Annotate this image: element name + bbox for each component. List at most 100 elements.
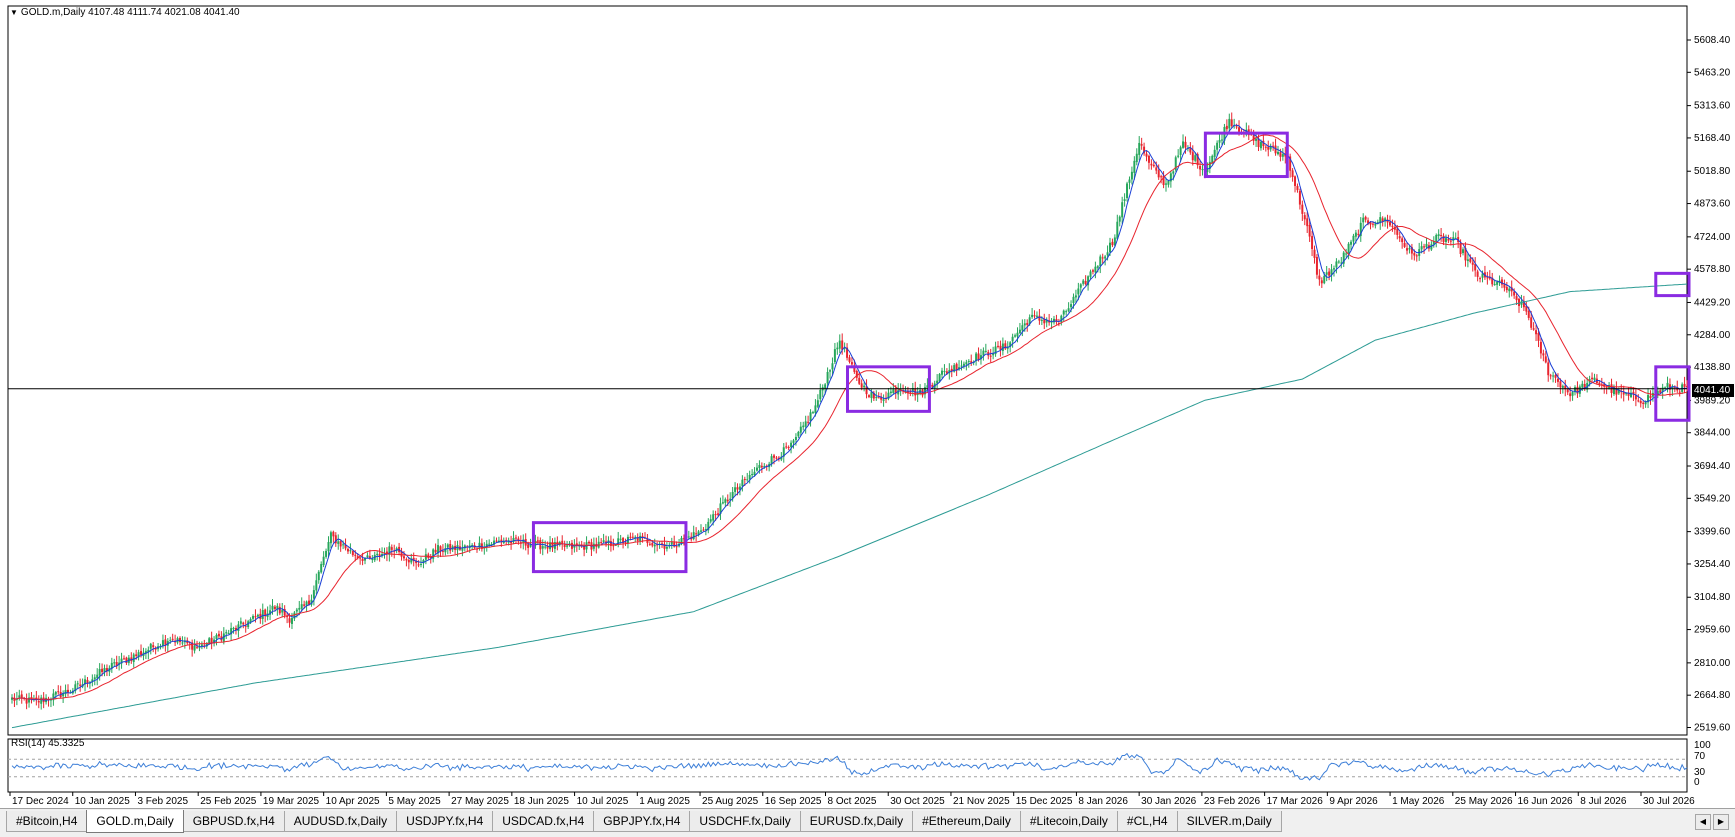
time-tick-label: 10 Jul 2025 <box>577 796 629 807</box>
candle-body <box>648 543 651 545</box>
candle-body <box>351 550 354 556</box>
price-chart[interactable]: 5608.40 5463.20 5313.60 5168.40 5018.80 4873.… <box>0 0 1735 808</box>
candle-body <box>1130 171 1133 180</box>
candle-body <box>295 609 298 612</box>
candle-body <box>675 546 678 548</box>
scroll-right-icon[interactable]: ▶ <box>1713 814 1729 830</box>
candle-body <box>1228 118 1231 129</box>
candle-body <box>1074 295 1077 298</box>
candle-body <box>741 479 744 487</box>
candle-body <box>1605 387 1608 389</box>
candle-body <box>361 558 364 562</box>
price-tick-label: 2959.60 <box>1694 625 1731 636</box>
candle-body <box>1469 258 1472 262</box>
candle-body <box>824 384 827 389</box>
rsi-tick-label: 70 <box>1694 751 1706 762</box>
candle-body <box>390 547 393 550</box>
candle-body <box>290 617 293 624</box>
candle-body <box>122 658 125 660</box>
candle-body <box>867 395 870 397</box>
candle-body <box>1391 225 1394 227</box>
price-tick-label: 4724.00 <box>1694 232 1731 243</box>
candle-body <box>1133 160 1136 173</box>
candle-body <box>342 544 345 546</box>
candle-body <box>967 360 970 362</box>
price-tick-label: 5018.80 <box>1694 166 1731 177</box>
candle-body <box>1549 375 1552 377</box>
candle-body <box>171 638 174 640</box>
tab-eurusd-fx-daily[interactable]: EURUSD.fx,Daily <box>799 811 914 832</box>
candle-body <box>889 391 892 394</box>
tab-silver-m-daily[interactable]: SILVER.m,Daily <box>1176 811 1282 832</box>
candle-body <box>1459 243 1462 254</box>
candle-body <box>1140 144 1143 146</box>
candle-body <box>495 540 498 542</box>
candle-body <box>619 538 622 540</box>
chart-window[interactable]: 5608.40 5463.20 5313.60 5168.40 5018.80 4873.… <box>0 0 1735 808</box>
tab-usdcad-fx-h4[interactable]: USDCAD.fx,H4 <box>492 811 595 832</box>
time-tick-label: 1 May 2026 <box>1392 796 1445 807</box>
dropdown-arrow-icon[interactable]: ▼ <box>10 8 18 17</box>
candle-body <box>1532 328 1535 330</box>
candle-body <box>402 556 405 559</box>
candle-body <box>1471 262 1474 265</box>
price-tick-label: 3549.20 <box>1694 493 1731 504</box>
candle-body <box>366 555 369 558</box>
candle-body <box>639 535 642 542</box>
candle-body <box>773 455 776 458</box>
price-tick-label: 3989.20 <box>1694 395 1731 406</box>
tab-usdjpy-fx-h4[interactable]: USDJPY.fx,H4 <box>396 811 494 832</box>
candle-body <box>1425 243 1428 248</box>
candle-body <box>1569 393 1572 397</box>
candle-body <box>1462 249 1465 254</box>
candle-body <box>198 647 201 649</box>
candle-body <box>288 618 291 623</box>
candle-body <box>1199 165 1202 170</box>
candle-body <box>1683 383 1686 387</box>
time-tick-label: 30 Oct 2025 <box>890 796 945 807</box>
tab-ethereum-daily[interactable]: #Ethereum,Daily <box>912 811 1021 832</box>
candle-body <box>57 691 60 693</box>
tab-gold-m-daily[interactable]: GOLD.m,Daily <box>86 810 184 833</box>
candle-body <box>1099 256 1102 267</box>
candle-body <box>1328 271 1331 276</box>
candle-body <box>1639 400 1642 404</box>
candle-body <box>809 412 812 422</box>
candle-body <box>1642 402 1645 404</box>
candle-body <box>200 644 203 647</box>
tab-gbpusd-fx-h4[interactable]: GBPUSD.fx,H4 <box>182 811 285 832</box>
tab-litecoin-daily[interactable]: #Litecoin,Daily <box>1019 811 1118 832</box>
candle-body <box>1435 234 1438 242</box>
time-tick-label: 8 Jan 2026 <box>1078 796 1128 807</box>
candle-body <box>724 499 727 503</box>
candle-body <box>1238 127 1241 132</box>
tab-bitcoin-h4[interactable]: #Bitcoin,H4 <box>6 811 88 832</box>
candle-body <box>1201 169 1204 171</box>
candle-body <box>93 677 96 680</box>
candle-body <box>101 668 104 673</box>
candle-body <box>339 541 342 547</box>
candle-body <box>687 536 690 538</box>
candle-body <box>1023 323 1026 326</box>
time-tick-label: 10 Jan 2025 <box>75 796 130 807</box>
candle-body <box>736 487 739 490</box>
candle-body <box>1026 322 1029 325</box>
highlight-box[interactable] <box>531 521 688 574</box>
tab-cl-h4[interactable]: #CL,H4 <box>1116 811 1178 832</box>
rsi-tick-label: 0 <box>1694 777 1700 788</box>
candle-body <box>140 651 143 655</box>
scroll-left-icon[interactable]: ◀ <box>1695 814 1711 830</box>
candle-body <box>1306 218 1309 227</box>
time-tick-label: 19 Mar 2025 <box>263 796 320 807</box>
tab-gbpjpy-fx-h4[interactable]: GBPJPY.fx,H4 <box>593 811 691 832</box>
candle-body <box>1556 378 1559 382</box>
candle-body <box>1267 146 1270 150</box>
tab-usdchf-fx-daily[interactable]: USDCHF.fx,Daily <box>689 811 801 832</box>
candle-body <box>1276 151 1279 155</box>
candle-body <box>792 440 795 443</box>
tab-audusd-fx-daily[interactable]: AUDUSD.fx,Daily <box>283 811 398 832</box>
candle-body <box>1104 256 1107 259</box>
candle-body <box>982 350 985 356</box>
candle-body <box>1079 284 1082 288</box>
candle-body <box>816 400 819 407</box>
